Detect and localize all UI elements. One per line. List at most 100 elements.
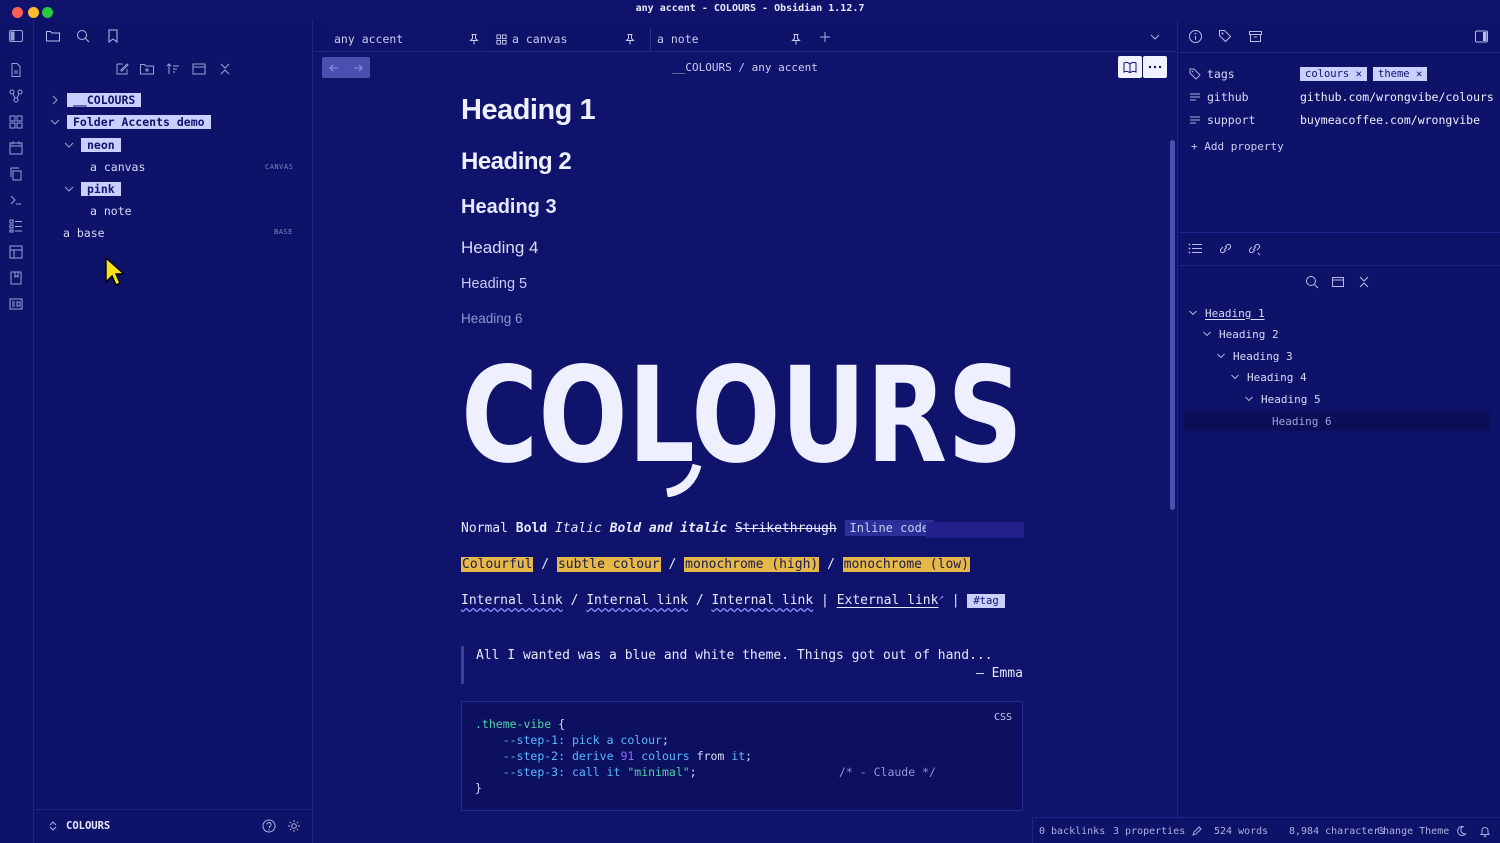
- tag-pill[interactable]: colours ✕: [1300, 67, 1367, 81]
- property-value[interactable]: buymeacoffee.com/wrongvibe: [1300, 113, 1480, 127]
- outline-item-h3[interactable]: Heading 3: [1216, 346, 1293, 366]
- pin-icon[interactable]: [624, 33, 636, 45]
- copy-icon[interactable]: [8, 166, 26, 184]
- sort-icon[interactable]: [165, 61, 181, 77]
- tree-folder-colours[interactable]: __COLOURS: [49, 91, 142, 109]
- settings-gear-icon[interactable]: [287, 819, 301, 833]
- new-note-icon[interactable]: [114, 61, 130, 77]
- external-link[interactable]: External link: [837, 593, 939, 608]
- status-backlinks[interactable]: 0 backlinks: [1039, 826, 1105, 837]
- info-icon[interactable]: [1188, 29, 1203, 44]
- outline-item-h6[interactable]: Heading 6: [1272, 411, 1332, 431]
- right-sidebar-toggle-icon[interactable]: [1474, 29, 1489, 44]
- archive-icon[interactable]: [1248, 29, 1263, 44]
- id-card-icon[interactable]: [8, 296, 26, 314]
- new-tab-plus-icon[interactable]: [818, 30, 832, 44]
- tags-icon[interactable]: [1218, 29, 1233, 44]
- remove-tag-icon[interactable]: ✕: [1356, 68, 1362, 80]
- table-icon[interactable]: [8, 244, 26, 262]
- inline-code: Inline code: [844, 520, 935, 536]
- change-theme-button[interactable]: Change Theme: [1377, 826, 1449, 837]
- moon-icon[interactable]: [1455, 825, 1467, 837]
- window-title: any accent - COLOURS - Obsidian 1.12.7: [635, 3, 865, 14]
- collapse-view-icon[interactable]: [191, 61, 207, 77]
- outgoing-links-icon[interactable]: [1247, 241, 1262, 256]
- outline-item-h1[interactable]: Heading 1: [1188, 303, 1265, 323]
- tab-any-accent[interactable]: any accent: [328, 28, 488, 50]
- add-property-button[interactable]: + Add property: [1191, 140, 1284, 153]
- property-github[interactable]: github github.com/wrongvibe/colours: [1178, 86, 1500, 108]
- property-tags[interactable]: tags colours ✕ theme ✕: [1178, 63, 1500, 85]
- outline-item-h2[interactable]: Heading 2: [1202, 324, 1279, 344]
- backlinks-icon[interactable]: [1218, 241, 1233, 256]
- formatting-line: Normal Bold Italic Bold and italic Strik…: [461, 520, 935, 536]
- highlight-line: Colourful / subtle colour / monochrome (…: [461, 557, 970, 572]
- internal-link[interactable]: Internal link: [461, 593, 563, 608]
- bookmark-icon[interactable]: [105, 28, 121, 44]
- text-lines-icon: [1190, 116, 1200, 124]
- calendar-icon[interactable]: [8, 140, 26, 158]
- outline-item-h5[interactable]: Heading 5: [1244, 389, 1321, 409]
- folder-label: pink: [81, 182, 121, 196]
- help-icon[interactable]: [262, 819, 276, 833]
- inline-code-trail: [926, 522, 1024, 538]
- graph-icon[interactable]: [8, 88, 26, 106]
- tree-file-base[interactable]: a base: [63, 224, 105, 242]
- canvas-icon: [496, 33, 507, 45]
- property-value[interactable]: github.com/wrongvibe/colours: [1300, 90, 1494, 104]
- outline-collapse-all-icon[interactable]: [1357, 275, 1371, 289]
- sidebar-toggle-icon[interactable]: [8, 28, 26, 46]
- outline-list-icon[interactable]: [1188, 241, 1203, 256]
- pin-icon[interactable]: [468, 33, 480, 45]
- outline-item-h4[interactable]: Heading 4: [1230, 367, 1307, 387]
- breadcrumb-file[interactable]: any accent: [752, 61, 818, 74]
- terminal-icon[interactable]: [8, 192, 26, 210]
- tree-folder-neon[interactable]: neon: [63, 136, 121, 154]
- tag-pill-label: colours: [1305, 68, 1350, 80]
- chevron-right-icon: [52, 95, 58, 105]
- right-sidebar: tags colours ✕ theme ✕ github github.com…: [1177, 20, 1500, 843]
- title-bar: any accent - COLOURS - Obsidian 1.12.7: [0, 0, 1500, 20]
- tag-pill[interactable]: theme ✕: [1373, 67, 1428, 81]
- tab-list-chevron-icon[interactable]: [1149, 31, 1161, 43]
- outline-search-icon[interactable]: [1305, 275, 1319, 289]
- quote-text: All I wanted was a blue and white theme.…: [476, 648, 993, 663]
- folder-label: neon: [81, 138, 121, 152]
- pencil-icon[interactable]: [1191, 825, 1203, 837]
- tree-file-canvas[interactable]: a canvas: [90, 158, 145, 176]
- internal-link[interactable]: Internal link: [586, 593, 688, 608]
- tree-file-note[interactable]: a note: [90, 202, 132, 220]
- tab-bar: any accent a canvas a note: [314, 20, 1176, 52]
- breadcrumb: __COLOURS / any accent: [314, 61, 1176, 74]
- pin-icon[interactable]: [790, 33, 802, 45]
- more-options-button[interactable]: [1143, 56, 1167, 78]
- list-icon[interactable]: [8, 218, 26, 236]
- external-link-icon: ↗: [938, 593, 944, 603]
- folder-icon[interactable]: [45, 28, 61, 44]
- bell-icon[interactable]: [1479, 825, 1491, 837]
- canvas-icon[interactable]: [8, 114, 26, 132]
- search-icon[interactable]: [75, 28, 91, 44]
- breadcrumb-folder[interactable]: __COLOURS: [672, 61, 732, 74]
- remove-tag-icon[interactable]: ✕: [1416, 68, 1422, 80]
- tree-folder-accents-demo[interactable]: Folder Accents demo: [49, 113, 211, 131]
- status-properties[interactable]: 3 properties: [1113, 826, 1185, 837]
- tab-a-note[interactable]: a note: [650, 28, 808, 50]
- collapse-all-icon[interactable]: [217, 61, 233, 77]
- file-icon[interactable]: [8, 62, 26, 80]
- new-folder-icon[interactable]: [139, 61, 155, 77]
- bookmark-file-icon[interactable]: [8, 270, 26, 288]
- left-sidebar: __COLOURS Folder Accents demo neon a can…: [35, 20, 313, 843]
- separator-slash: /: [827, 557, 835, 572]
- chevron-down-icon: [1217, 353, 1225, 359]
- tab-a-canvas[interactable]: a canvas: [494, 28, 644, 50]
- property-support[interactable]: support buymeacoffee.com/wrongvibe: [1178, 109, 1500, 131]
- scrollbar-thumb[interactable]: [1170, 140, 1175, 510]
- outline-collapse-view-icon[interactable]: [1331, 275, 1345, 289]
- reading-view-button[interactable]: [1118, 56, 1142, 78]
- internal-link[interactable]: Internal link: [711, 593, 813, 608]
- vault-switcher[interactable]: COLOURS: [35, 809, 313, 843]
- tree-folder-pink[interactable]: pink: [63, 180, 121, 198]
- tab-label: a note: [657, 32, 699, 46]
- tag-chip[interactable]: #tag: [967, 594, 1005, 608]
